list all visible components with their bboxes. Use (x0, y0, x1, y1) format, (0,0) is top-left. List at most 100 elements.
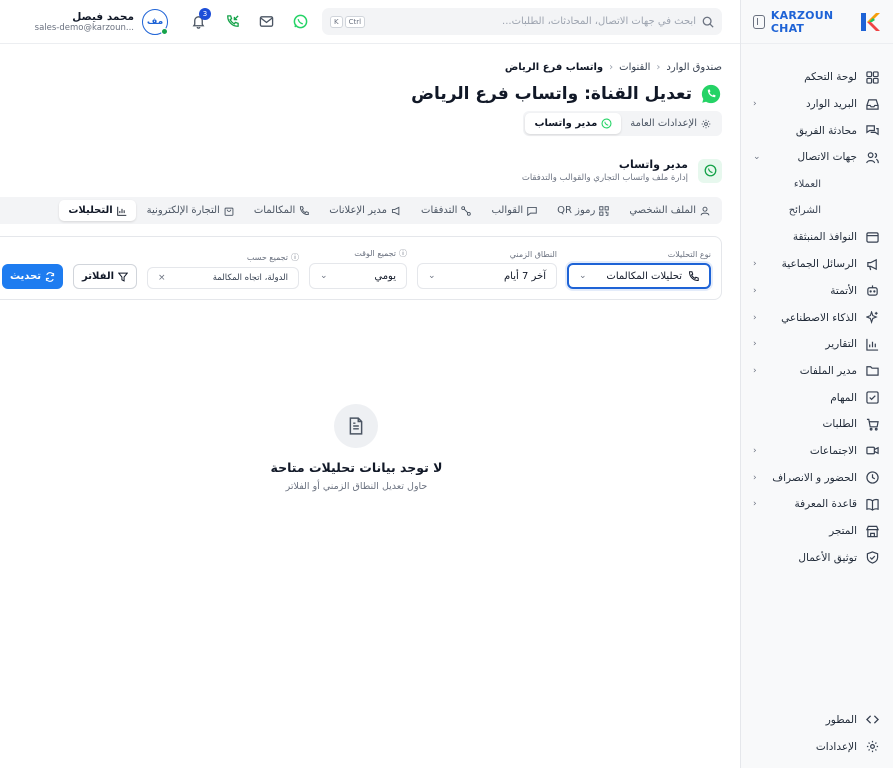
avatar-initials: مف (146, 16, 164, 27)
brand-name: KARZOUN CHAT (770, 8, 834, 35)
sidebar-item-broadcast[interactable]: الرسائل الجماعية ‹ (741, 251, 893, 278)
time-group-group: ⓘ تجميع الوقت يومي ⌄ (309, 248, 407, 289)
time-group-select[interactable]: يومي ⌄ (309, 263, 407, 289)
sidebar-item-label: الاجتماعات (809, 444, 857, 457)
group-by-group: ⓘ تجميع حسب الدولة، اتجاه المكالمة × (147, 252, 299, 289)
sidebar-item-business-verification[interactable]: توثيق الأعمال (741, 544, 893, 571)
chevron-left-icon: ‹ (753, 365, 757, 376)
code-icon (865, 713, 879, 727)
tab-label: رموز QR (557, 205, 596, 216)
chevron-left-icon: ‹ (753, 312, 757, 323)
tab-profile[interactable]: الملف الشخصي (620, 200, 719, 221)
filters-button[interactable]: الفلاتر (73, 264, 137, 289)
phone-incoming-icon (225, 14, 240, 29)
page-title-row: تعديل القناة: واتساب فرع الرياض (0, 83, 722, 105)
section-subtitle: إدارة ملف واتساب التجاري والقوالب والتدف… (521, 173, 688, 183)
sidebar-bottom: المطور الإعدادات (741, 707, 893, 768)
qr-icon (599, 205, 610, 216)
notifications-button[interactable]: 3 (186, 7, 211, 34)
main-content: ابحث في جهات الاتصال، المحادثات، الطلبات… (0, 0, 740, 768)
user-name: محمد فيصل (72, 10, 134, 23)
whatsapp-button[interactable] (288, 10, 312, 34)
sidebar-item-dashboard[interactable]: لوحة التحكم (741, 64, 893, 91)
sidebar-item-developer[interactable]: المطور (741, 707, 893, 734)
breadcrumb-current: واتساب فرع الرياض (504, 62, 604, 73)
logo[interactable]: KARZOUN CHAT (741, 0, 893, 44)
sidebar-item-inbox[interactable]: البريد الوارد ‹ (741, 91, 893, 118)
tab-label: مدير واتساب (534, 118, 598, 129)
sidebar-item-label: المتجر (829, 525, 857, 538)
breadcrumb-item[interactable]: القنوات (619, 62, 650, 73)
megaphone-icon (391, 206, 401, 216)
contacts-icon (865, 150, 879, 164)
user-icon (700, 206, 710, 216)
tab-label: الملف الشخصي (629, 205, 696, 216)
tab-ads-manager[interactable]: مدير الإعلانات (320, 200, 410, 221)
sidebar-item-attendance[interactable]: الحضور و الانصراف ‹ (741, 464, 893, 491)
sidebar-subitem-customers[interactable]: العملاء (741, 171, 893, 198)
user-menu[interactable]: مف محمد فيصل sales-demo@karzoun... (34, 8, 168, 35)
sidebar-item-orders[interactable]: الطلبات (741, 411, 893, 438)
whatsapp-icon (601, 118, 612, 129)
sidebar-item-label: الإعدادات (815, 740, 857, 753)
tab-ecommerce[interactable]: التجارة الإلكترونية (138, 200, 243, 221)
sidebar-item-knowledge-base[interactable]: قاعدة المعرفة ‹ (741, 491, 893, 518)
sidebar-item-label: مدير الملفات (799, 364, 857, 377)
megaphone-icon (865, 257, 879, 271)
filter-label-text: تجميع حسب (246, 253, 288, 262)
inbox-icon (865, 97, 879, 111)
tab-qr-codes[interactable]: رموز QR (548, 200, 618, 221)
tab-whatsapp-manager[interactable]: مدير واتساب (525, 113, 622, 134)
sidebar-item-team-chat[interactable]: محادثة الفريق (741, 117, 893, 144)
chevron-down-icon: ⌄ (753, 152, 761, 163)
tab-calls[interactable]: المكالمات (245, 200, 318, 221)
sidebar-item-label: توثيق الأعمال (798, 551, 857, 564)
sidebar-subitem-label: الشرائح (788, 205, 821, 217)
sidebar-item-contacts[interactable]: جهات الاتصال ⌄ (741, 144, 893, 171)
clear-icon[interactable]: × (158, 273, 166, 283)
sidebar-item-automation[interactable]: الأتمتة ‹ (741, 278, 893, 305)
calls-button[interactable] (220, 10, 244, 34)
sidebar-item-label: الأتمتة (830, 284, 857, 297)
time-range-select[interactable]: آخر 7 أيام ⌄ (417, 263, 557, 289)
notification-badge: 3 (199, 7, 211, 20)
chevron-left-icon: ‹ (753, 339, 757, 350)
sidebar-subitem-segments[interactable]: الشرائح (741, 197, 893, 224)
sidebar-item-ai[interactable]: الذكاء الاصطناعي ‹ (741, 304, 893, 331)
global-search[interactable]: ابحث في جهات الاتصال، المحادثات، الطلبات… (322, 8, 722, 35)
user-email: sales-demo@karzoun... (34, 22, 134, 33)
sidebar-item-meetings[interactable]: الاجتماعات ‹ (741, 438, 893, 465)
tab-templates[interactable]: القوالب (482, 200, 546, 221)
email-button[interactable] (254, 10, 278, 34)
video-icon (865, 444, 879, 458)
filter-label: نوع التحليلات (667, 250, 711, 259)
collapse-sidebar-icon[interactable] (753, 14, 765, 29)
gear-icon (701, 119, 711, 129)
shop-icon (224, 206, 234, 216)
search-input[interactable]: ابحث في جهات الاتصال، المحادثات، الطلبات… (502, 16, 696, 27)
whatsapp-icon (700, 83, 722, 105)
analytics-type-select[interactable]: تحليلات المكالمات ⌄ (567, 263, 711, 289)
page-body: صندوق الوارد ‹ القنوات ‹ واتساب فرع الري… (0, 44, 740, 492)
sidebar-item-store[interactable]: المتجر (741, 518, 893, 545)
select-value: يومي (374, 270, 396, 282)
group-by-select[interactable]: الدولة، اتجاه المكالمة × (147, 267, 299, 289)
karzoun-logo-icon (859, 11, 881, 33)
chevron-left-icon: ‹ (656, 62, 661, 73)
sidebar-item-settings[interactable]: الإعدادات (741, 733, 893, 760)
breadcrumb-item[interactable]: صندوق الوارد (666, 62, 722, 73)
sidebar-item-label: البريد الوارد (805, 98, 857, 111)
tab-general-settings[interactable]: الإعدادات العامة (621, 113, 720, 134)
document-icon (334, 404, 379, 448)
chevron-down-icon: ⌄ (428, 271, 436, 281)
empty-state-subtitle: حاول تعديل النطاق الزمني أو الفلاتر (285, 481, 428, 492)
sidebar-item-tasks[interactable]: المهام (741, 384, 893, 411)
sidebar-item-reports[interactable]: التقارير ‹ (741, 331, 893, 358)
tab-analytics[interactable]: التحليلات (59, 200, 136, 221)
sidebar-item-file-manager[interactable]: مدير الملفات ‹ (741, 358, 893, 385)
clock-icon (865, 471, 879, 485)
sidebar-item-label: الطلبات (822, 418, 857, 431)
tab-flows[interactable]: التدفقات (412, 200, 480, 221)
sidebar-item-popups[interactable]: النوافذ المنبثقة (741, 224, 893, 251)
refresh-button[interactable]: تحديث (1, 264, 64, 289)
